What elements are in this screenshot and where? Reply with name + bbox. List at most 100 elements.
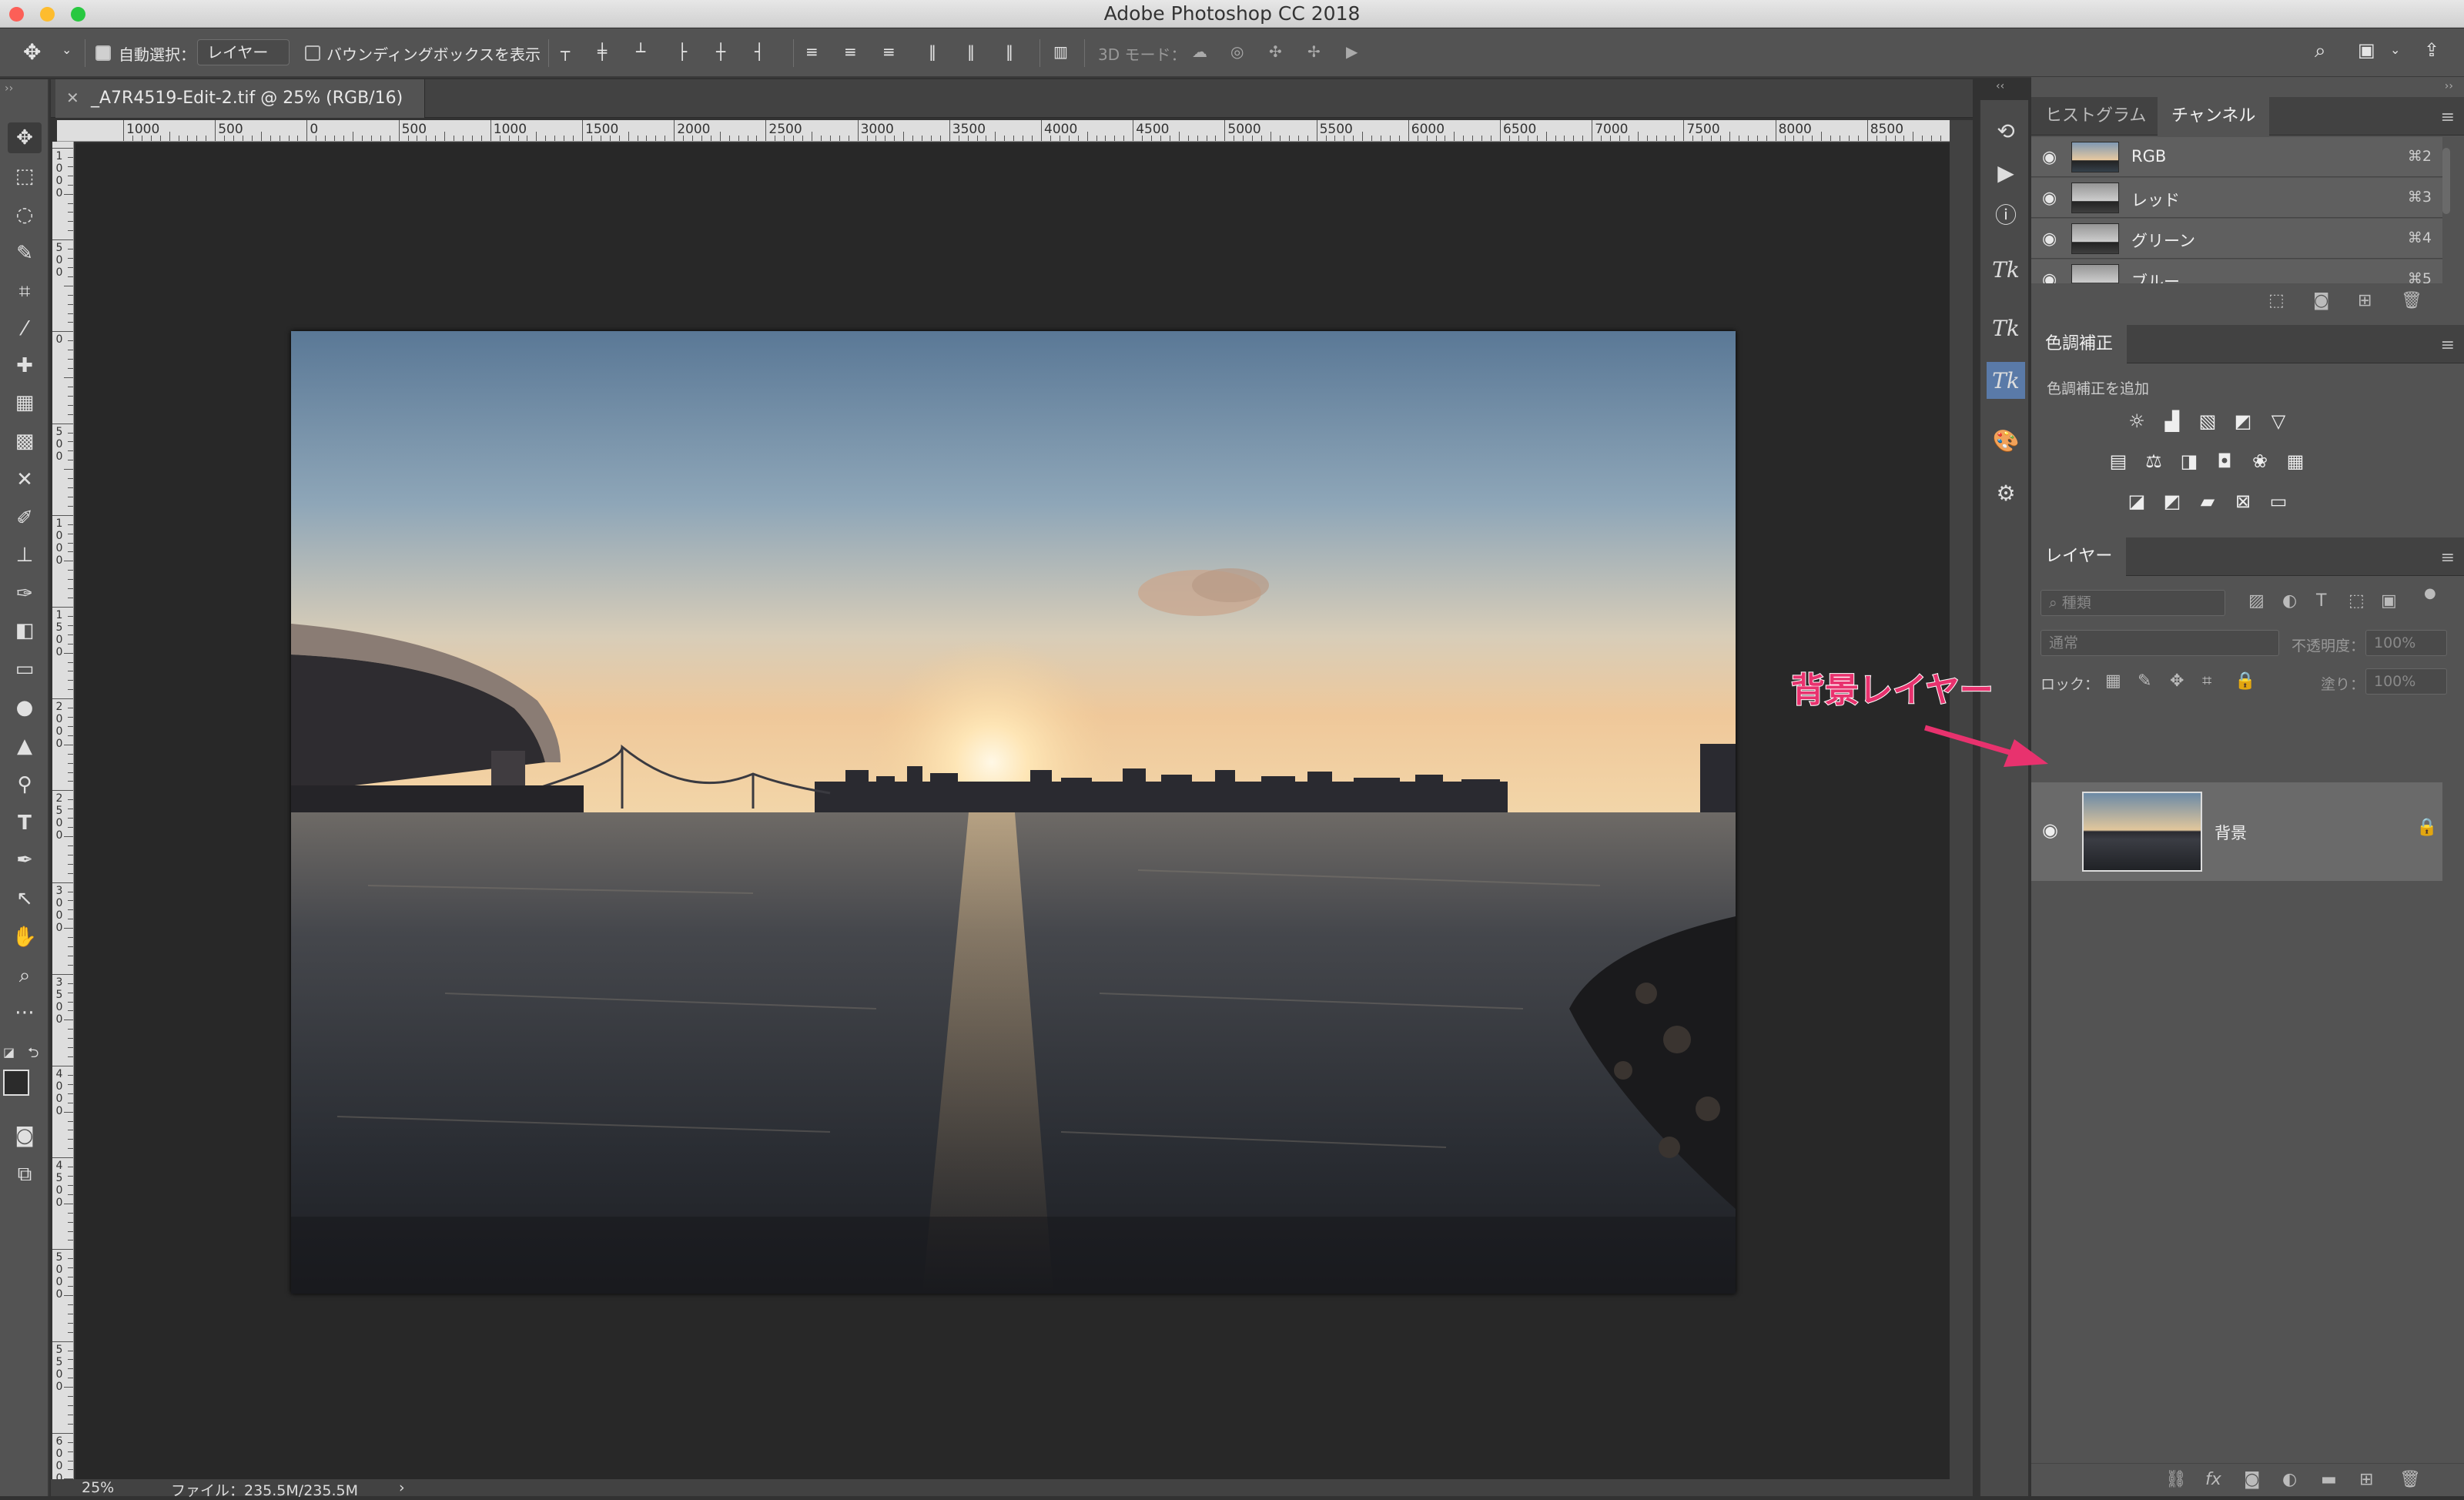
brightness-contrast-icon[interactable]: ☼ (2124, 408, 2150, 434)
distribute-bottom-icon[interactable]: ≡ (882, 42, 896, 61)
lock-transparent-icon[interactable]: ▦ (2105, 671, 2121, 691)
lock-position-icon[interactable]: ✥ (2170, 671, 2184, 691)
channel-mixer-icon[interactable]: ❀ (2247, 448, 2273, 474)
path-selection-tool-icon[interactable]: ↖ (8, 883, 42, 914)
blend-mode-dropdown[interactable]: 通常 (2040, 630, 2279, 656)
photo-filter-icon[interactable]: ◘ (2211, 448, 2238, 474)
type-tool-icon[interactable]: T (8, 808, 42, 839)
dodge-tool-icon[interactable]: ⚲ (8, 769, 42, 800)
add-mask-icon[interactable]: ◙ (2244, 1470, 2260, 1489)
swap-colors-icon[interactable]: ⮌ (28, 1043, 38, 1066)
collapse-icon[interactable]: ›› (5, 82, 13, 95)
distribute-vcenter-icon[interactable]: ≡ (844, 42, 857, 61)
quick-select-tool-icon[interactable]: ✎ (8, 238, 42, 269)
filter-adjustment-icon[interactable]: ◐ (2282, 591, 2297, 611)
default-colors-icon[interactable]: ◪ (3, 1045, 15, 1060)
opacity-field[interactable]: 100% (2365, 630, 2447, 656)
collapse-icon[interactable]: ›› (2445, 80, 2453, 92)
link-layers-icon[interactable]: ⛓ (2165, 1470, 2187, 1489)
lock-all-icon[interactable]: 🔒 (2235, 671, 2255, 691)
more-tools-icon[interactable]: ⋯ (8, 997, 42, 1028)
document-tab[interactable]: ✕ _A7R4519-Edit-2.tif @ 25% (RGB/16) (55, 79, 425, 118)
align-hcenter-icon[interactable]: ┼ (716, 42, 725, 61)
tk-color-panel-icon[interactable]: Tk (1987, 310, 2025, 347)
trash-icon[interactable]: 🗑 (2399, 1470, 2421, 1489)
posterize-icon[interactable]: ◩ (2159, 488, 2185, 514)
3d-roll-icon[interactable]: ◎ (1230, 42, 1244, 61)
chevron-down-icon[interactable]: ⌄ (2390, 42, 2400, 57)
black-white-icon[interactable]: ◨ (2176, 448, 2202, 474)
3d-scale-icon[interactable]: ▶ (1346, 42, 1358, 61)
panel-menu-icon[interactable]: ≡ (2441, 336, 2455, 355)
quick-mask-icon[interactable]: ◙ (8, 1120, 42, 1151)
lock-paint-icon[interactable]: ✎ (2138, 671, 2151, 691)
sharpen-tool-icon[interactable]: ▲ (8, 731, 42, 762)
info-panel-icon[interactable]: ⓘ (1987, 196, 2025, 233)
gradient-tool-icon[interactable]: ▭ (8, 654, 42, 685)
auto-select-checkbox[interactable] (95, 45, 111, 61)
eye-icon[interactable]: ◉ (2042, 229, 2057, 249)
eyedropper-tool-icon[interactable]: ⁄ (8, 313, 42, 344)
zoom-level[interactable]: 25% (82, 1479, 114, 1496)
selective-color-icon[interactable]: ⊠ (2230, 488, 2256, 514)
close-tab-icon[interactable]: ✕ (66, 89, 79, 107)
vertical-scrollbar[interactable] (1950, 120, 1973, 1496)
distribute-right-icon[interactable]: ‖ (1006, 42, 1013, 61)
filter-smart-object-icon[interactable]: ▣ (2381, 591, 2397, 611)
new-group-icon[interactable]: ▬ (2321, 1470, 2337, 1489)
channel-row-green[interactable]: ◉ グリーン ⌘4 (2031, 219, 2442, 259)
eye-icon[interactable]: ◉ (2042, 148, 2057, 167)
zoom-tool-icon[interactable]: ⌕ (8, 960, 42, 991)
layer-filter-dropdown[interactable]: ⌕ 種類 (2040, 590, 2225, 616)
bounding-box-checkbox[interactable] (305, 45, 320, 61)
eye-icon[interactable]: ◉ (2042, 819, 2058, 841)
hue-saturation-icon[interactable]: ▤ (2105, 448, 2131, 474)
distribute-left-icon[interactable]: ‖ (929, 42, 936, 61)
channel-row-red[interactable]: ◉ レッド ⌘3 (2031, 178, 2442, 218)
new-layer-icon[interactable]: ⊞ (2359, 1470, 2373, 1489)
collapse-icon[interactable]: ‹‹ (1996, 80, 2004, 92)
filter-shape-icon[interactable]: ⬚ (2348, 591, 2365, 611)
foreground-color-swatch[interactable] (3, 1070, 29, 1096)
gradient-map-icon[interactable]: ▭ (2265, 488, 2292, 514)
filter-pixel-icon[interactable]: ▨ (2248, 591, 2265, 611)
invert-icon[interactable]: ◪ (2124, 488, 2150, 514)
document-image[interactable] (291, 331, 1736, 1294)
tab-layers[interactable]: レイヤー (2031, 537, 2127, 576)
ruler-tool-icon[interactable]: ▦ (8, 387, 42, 418)
screen-mode-icon[interactable]: ⧉ (8, 1159, 42, 1190)
eraser-tool-icon[interactable]: ◧ (8, 615, 42, 646)
distribute-hcenter-icon[interactable]: ‖ (967, 42, 975, 61)
new-adjustment-icon[interactable]: ◐ (2282, 1470, 2297, 1489)
eye-icon[interactable]: ◉ (2042, 189, 2057, 208)
fill-field[interactable]: 100% (2365, 668, 2447, 695)
palette-panel-icon[interactable]: 🎨 (1987, 422, 2025, 459)
color-balance-icon[interactable]: ⚖ (2141, 448, 2167, 474)
move-tool-icon[interactable]: ✥ (8, 122, 42, 153)
share-icon[interactable]: ⇪ (2424, 39, 2439, 61)
pen-tool-icon[interactable]: ✒ (8, 845, 42, 876)
panel-menu-icon[interactable]: ≡ (2441, 548, 2455, 568)
filter-toggle-icon[interactable]: ● (2424, 585, 2436, 601)
panel-menu-icon[interactable]: ≡ (2441, 108, 2455, 127)
fx-icon[interactable]: fx (2205, 1470, 2221, 1489)
filter-type-icon[interactable]: T (2316, 591, 2326, 611)
3d-slide-icon[interactable]: ✢ (1307, 42, 1321, 61)
layer-row-background[interactable]: ◉ 背景 🔒 (2031, 782, 2442, 881)
clone-stamp-tool-icon[interactable]: ⊥ (8, 540, 42, 571)
blur-tool-icon[interactable]: ● (8, 692, 42, 723)
hand-tool-icon[interactable]: ✋ (8, 922, 42, 953)
chevron-right-icon[interactable]: › (399, 1479, 405, 1496)
chevron-down-icon[interactable]: ⌄ (62, 42, 72, 57)
move-tool-preset-icon[interactable]: ✥ (23, 39, 45, 65)
plugin-panel-icon[interactable]: ⚙ (1987, 474, 2025, 511)
tab-adjustments[interactable]: 色調補正 (2031, 325, 2128, 363)
load-selection-icon[interactable]: ⬚ (2268, 291, 2285, 310)
trash-icon[interactable]: 🗑 (2401, 291, 2422, 310)
threshold-icon[interactable]: ▰ (2194, 488, 2221, 514)
history-brush-tool-icon[interactable]: ✑ (8, 578, 42, 609)
workspace-icon[interactable]: ▣ (2358, 39, 2375, 61)
distribute-top-icon[interactable]: ≡ (805, 42, 819, 61)
actions-panel-icon[interactable]: ▶ (1987, 154, 2025, 191)
align-bottom-icon[interactable]: ┴ (636, 42, 645, 61)
